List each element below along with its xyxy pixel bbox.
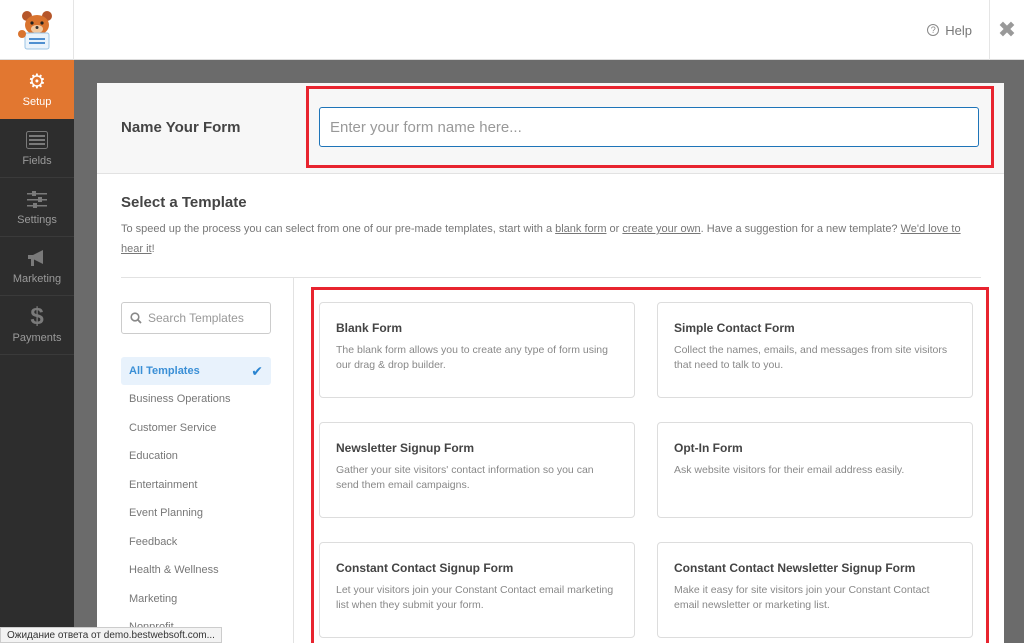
nav-label: Settings xyxy=(17,214,57,226)
category-item[interactable]: Business Operations xyxy=(121,385,271,414)
nav-item-settings[interactable]: Settings xyxy=(0,178,74,237)
help-button[interactable]: ? Help xyxy=(927,0,972,60)
form-setup-panel: Name Your Form Select a Template To spee… xyxy=(97,83,1004,643)
nav-label: Fields xyxy=(22,155,52,167)
browser-status-bar: Ожидание ответа от demo.bestwebsoft.com.… xyxy=(0,627,222,643)
template-name: Constant Contact Signup Form xyxy=(336,561,514,575)
nav-item-fields[interactable]: Fields xyxy=(0,119,74,178)
category-label: Health & Wellness xyxy=(129,564,219,577)
template-description: The blank form allows you to create any … xyxy=(336,344,608,371)
close-icon: ✖ xyxy=(997,17,1017,42)
category-item[interactable]: Customer Service xyxy=(121,414,271,443)
template-name: Constant Contact Newsletter Signup Form xyxy=(674,561,916,575)
select-template-title: Select a Template xyxy=(121,194,247,211)
template-description: Ask website visitors for their email add… xyxy=(674,464,905,476)
nav-item-payments[interactable]: $ Payments xyxy=(0,296,74,355)
name-form-label: Name Your Form xyxy=(121,119,241,136)
top-bar: ? Help ✖ xyxy=(0,0,1024,60)
category-item[interactable]: Marketing xyxy=(121,585,271,614)
desc-text: or xyxy=(606,223,623,235)
search-icon xyxy=(130,312,142,324)
desc-text: . Have a suggestion for a new template? xyxy=(700,223,901,235)
category-label: Customer Service xyxy=(129,421,217,434)
template-description: Collect the names, emails, and messages … xyxy=(674,344,948,371)
template-name: Simple Contact Form xyxy=(674,321,795,335)
category-item[interactable]: Health & Wellness xyxy=(121,556,271,585)
create-your-own-link[interactable]: create your own xyxy=(622,223,700,235)
category-item[interactable]: Event Planning xyxy=(121,499,271,528)
nav-label: Payments xyxy=(12,332,62,344)
nav-item-marketing[interactable]: Marketing xyxy=(0,237,74,296)
select-template-description: To speed up the process you can select f… xyxy=(121,219,981,259)
form-name-input[interactable] xyxy=(319,107,979,147)
category-label: Entertainment xyxy=(129,478,198,491)
question-circle-icon: ? xyxy=(927,24,940,36)
category-label: All Templates xyxy=(129,365,200,377)
template-card-opt-in[interactable]: Opt-In Form Ask website visitors for the… xyxy=(657,422,973,518)
template-card-constant-contact-signup[interactable]: Constant Contact Signup Form Let your vi… xyxy=(319,542,635,638)
search-placeholder: Search Templates xyxy=(148,311,244,325)
search-templates-input[interactable]: Search Templates xyxy=(121,302,271,334)
left-navigation: ⚙ Setup Fields Settings Marketing $ Paym… xyxy=(0,60,74,643)
template-description: Gather your site visitors' contact infor… xyxy=(336,464,594,491)
category-sidebar: Search Templates All Templates ✔ Busines… xyxy=(97,278,294,643)
wpforms-logo[interactable] xyxy=(0,0,74,60)
nav-label: Setup xyxy=(22,96,52,108)
desc-text: ! xyxy=(151,243,155,255)
template-name: Opt-In Form xyxy=(674,441,743,455)
category-label: Feedback xyxy=(129,535,178,548)
category-item[interactable]: Feedback xyxy=(121,528,271,557)
category-label: Education xyxy=(129,450,178,463)
bear-mascot-icon xyxy=(17,11,52,50)
sliders-icon xyxy=(27,188,47,210)
checkmark-icon: ✔ xyxy=(251,362,263,379)
template-card-blank-form[interactable]: Blank Form The blank form allows you to … xyxy=(319,302,635,398)
gear-icon: ⚙ xyxy=(28,70,46,93)
category-list: All Templates ✔ Business Operations Cust… xyxy=(121,357,271,642)
category-all-templates[interactable]: All Templates ✔ xyxy=(121,357,271,385)
nav-label: Marketing xyxy=(12,273,62,285)
template-card-simple-contact[interactable]: Simple Contact Form Collect the names, e… xyxy=(657,302,973,398)
category-label: Event Planning xyxy=(129,507,203,520)
nav-item-setup[interactable]: ⚙ Setup xyxy=(0,60,74,119)
template-description: Let your visitors join your Constant Con… xyxy=(336,584,614,611)
template-name: Newsletter Signup Form xyxy=(336,441,475,455)
close-button[interactable]: ✖ xyxy=(989,0,1024,60)
category-item[interactable]: Entertainment xyxy=(121,471,271,500)
megaphone-icon xyxy=(26,247,48,269)
template-card-constant-contact-newsletter[interactable]: Constant Contact Newsletter Signup Form … xyxy=(657,542,973,638)
help-label: Help xyxy=(945,22,972,38)
desc-text: To speed up the process you can select f… xyxy=(121,223,556,235)
dollar-icon: $ xyxy=(30,303,44,330)
list-icon xyxy=(26,129,48,151)
template-card-newsletter-signup[interactable]: Newsletter Signup Form Gather your site … xyxy=(319,422,635,518)
template-description: Make it easy for site visitors join your… xyxy=(674,584,930,611)
category-label: Business Operations xyxy=(129,393,231,406)
template-name: Blank Form xyxy=(336,321,403,335)
name-form-row: Name Your Form xyxy=(97,83,1004,174)
category-label: Marketing xyxy=(129,592,178,605)
category-item[interactable]: Education xyxy=(121,442,271,471)
blank-form-link[interactable]: blank form xyxy=(555,223,606,235)
